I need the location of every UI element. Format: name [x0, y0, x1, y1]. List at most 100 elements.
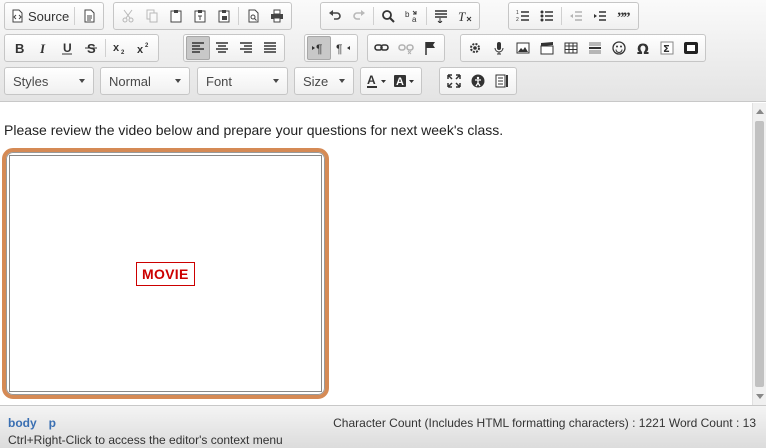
smiley-button[interactable]: [607, 36, 631, 60]
subscript-button[interactable]: x2: [108, 36, 132, 60]
separator: [426, 7, 427, 25]
iframe-button[interactable]: [679, 36, 703, 60]
editor-content-area[interactable]: Please review the video below and prepar…: [0, 103, 752, 405]
separator: [74, 7, 76, 25]
anchor-button[interactable]: [418, 36, 442, 60]
content-scrollbar[interactable]: [752, 103, 766, 405]
movie-placeholder-label: MOVIE: [136, 262, 195, 286]
clapperboard-icon: [540, 42, 554, 55]
remove-format-button[interactable]: T: [453, 4, 477, 28]
bulleted-list-icon: [540, 10, 553, 22]
decrease-indent-button[interactable]: [564, 4, 588, 28]
paste-icon: [170, 10, 182, 23]
copy-icon: [146, 9, 158, 23]
numbered-list-icon: 12: [516, 10, 529, 23]
align-justify-icon: [264, 42, 276, 53]
cut-button[interactable]: [116, 4, 140, 28]
image-icon: [516, 42, 530, 54]
microphone-icon: [494, 42, 504, 55]
text-direction-ltr-button[interactable]: ¶: [307, 36, 331, 60]
font-dropdown[interactable]: Font: [197, 67, 288, 95]
chevron-down-icon: [339, 79, 345, 83]
align-right-button[interactable]: [234, 36, 258, 60]
table-button[interactable]: [559, 36, 583, 60]
image-button[interactable]: [511, 36, 535, 60]
element-path-p[interactable]: p: [49, 416, 56, 430]
maximize-button[interactable]: [442, 69, 466, 93]
unlink-button[interactable]: [394, 36, 418, 60]
link-button[interactable]: [370, 36, 394, 60]
accessibility-button[interactable]: [466, 69, 490, 93]
blockquote-button[interactable]: ””: [612, 4, 636, 28]
chevron-down-icon: [175, 79, 181, 83]
numbered-list-button[interactable]: 12: [511, 4, 535, 28]
replace-button[interactable]: ba: [400, 4, 424, 28]
paste-word-button[interactable]: [212, 4, 236, 28]
character-word-count: Character Count (Includes HTML formattin…: [333, 416, 756, 430]
accessibility-icon: [471, 74, 485, 88]
quote-icon: ””: [617, 10, 631, 23]
horizontal-rule-button[interactable]: [583, 36, 607, 60]
svg-text:1: 1: [516, 10, 519, 16]
special-char-button[interactable]: Ω: [631, 36, 655, 60]
scroll-thumb[interactable]: [755, 121, 764, 387]
find-button[interactable]: [376, 4, 400, 28]
flag-icon: [425, 42, 435, 55]
context-menu-hint: Ctrl+Right-Click to access the editor's …: [8, 433, 283, 447]
audio-button[interactable]: [487, 36, 511, 60]
italic-button[interactable]: I: [31, 36, 55, 60]
bold-button[interactable]: B: [7, 36, 31, 60]
redo-button[interactable]: [347, 4, 371, 28]
element-path-body[interactable]: body: [8, 416, 37, 430]
editor-status-bar: body p Character Count (Includes HTML for…: [0, 405, 766, 448]
remove-format-icon: T: [458, 9, 472, 23]
preview-button[interactable]: [241, 4, 265, 28]
toolbar-group-links: [367, 34, 445, 62]
source-button[interactable]: Source: [7, 4, 72, 28]
svg-text:¶: ¶: [316, 42, 322, 55]
content-paragraph[interactable]: Please review the video below and prepar…: [4, 122, 503, 138]
movie-embed[interactable]: MOVIE: [2, 148, 329, 399]
show-blocks-button[interactable]: [490, 69, 514, 93]
styles-dropdown[interactable]: Styles: [4, 67, 94, 95]
select-all-button[interactable]: [429, 4, 453, 28]
undo-button[interactable]: [323, 4, 347, 28]
underline-button[interactable]: U: [55, 36, 79, 60]
format-dropdown[interactable]: Normal: [100, 67, 190, 95]
text-direction-rtl-button[interactable]: ¶: [331, 36, 355, 60]
align-center-button[interactable]: [210, 36, 234, 60]
scroll-up-arrow-icon[interactable]: [756, 109, 764, 114]
align-left-button[interactable]: [186, 36, 210, 60]
separator: [561, 7, 562, 25]
background-color-icon: A: [394, 75, 414, 88]
separator: [373, 7, 374, 25]
element-path: body p: [8, 416, 68, 430]
toolbar-group-editing: ba T: [320, 2, 480, 30]
text-color-button[interactable]: A: [363, 69, 391, 93]
paste-button[interactable]: [164, 4, 188, 28]
search-icon: [382, 10, 395, 23]
source-icon: [12, 9, 23, 23]
print-button[interactable]: [265, 4, 289, 28]
print-icon: [271, 9, 283, 23]
special-button[interactable]: [463, 36, 487, 60]
svg-text:2: 2: [145, 43, 149, 49]
superscript-button[interactable]: x2: [132, 36, 156, 60]
bulleted-list-button[interactable]: [535, 4, 559, 28]
toolbar-group-basic-styles: B I U S x2 x2: [4, 34, 159, 62]
background-color-button[interactable]: A: [391, 69, 419, 93]
math-button[interactable]: Σ: [655, 36, 679, 60]
strike-button[interactable]: S: [79, 36, 103, 60]
scroll-down-arrow-icon[interactable]: [756, 394, 764, 399]
copy-button[interactable]: [140, 4, 164, 28]
toolbar-group-clipboard: [113, 2, 292, 30]
align-justify-button[interactable]: [258, 36, 282, 60]
increase-indent-button[interactable]: [588, 4, 612, 28]
table-icon: [564, 42, 578, 54]
size-dropdown[interactable]: Size: [294, 67, 354, 95]
preview-icon: [248, 9, 259, 23]
new-page-button[interactable]: [77, 4, 101, 28]
video-button[interactable]: [535, 36, 559, 60]
toolbar-group-insert: Ω Σ: [460, 34, 706, 62]
paste-text-button[interactable]: [188, 4, 212, 28]
